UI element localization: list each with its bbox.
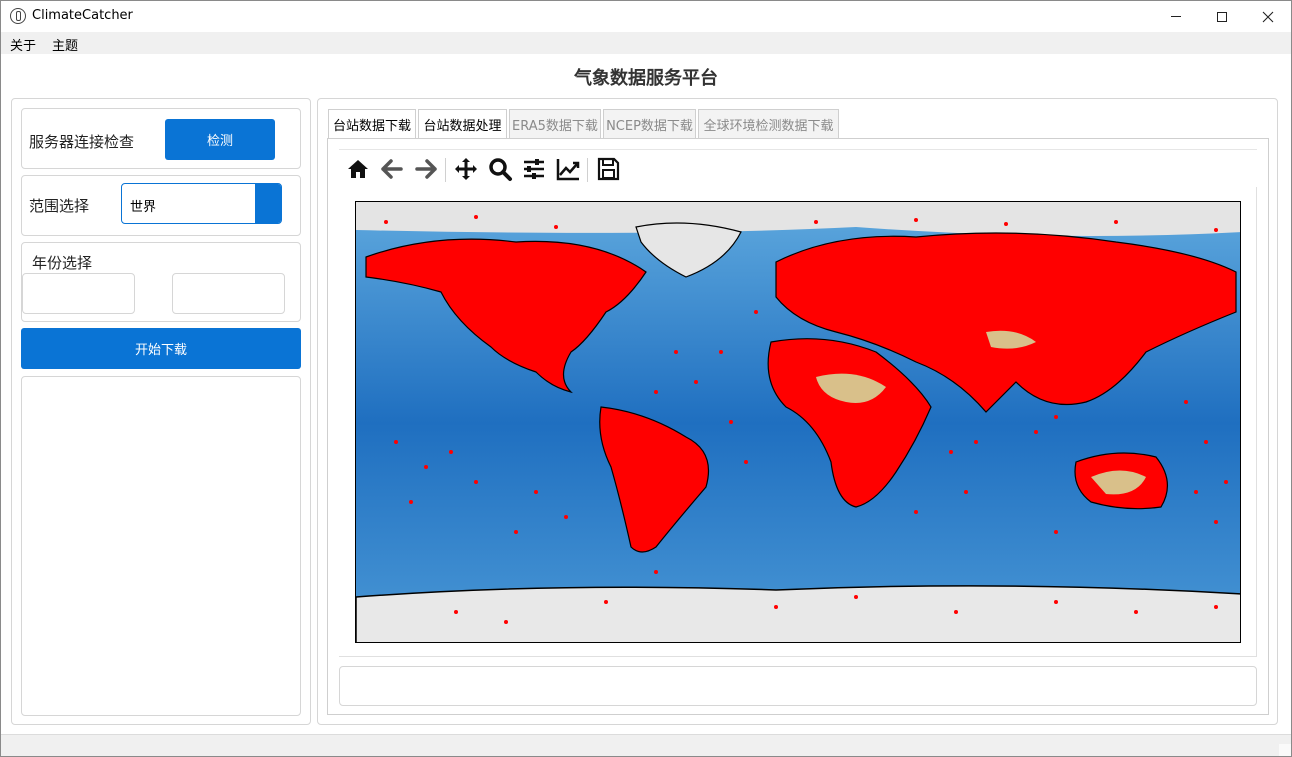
range-label: 范围选择 xyxy=(29,197,90,215)
control-panel: 服务器连接检查 检测 范围选择 世界 年份选择 开始下载 xyxy=(11,98,311,725)
app-window: ClimateCatcher 关于 主题 气象数据服务平台 服务器连接检查 检测… xyxy=(0,0,1292,757)
minimize-icon xyxy=(1171,16,1181,17)
range-select-value: 世界 xyxy=(130,200,157,215)
start-download-button[interactable]: 开始下载 xyxy=(21,328,301,369)
world-map-graphic xyxy=(356,202,1240,642)
tab-ncep-download[interactable]: NCEP数据下载 xyxy=(603,109,696,138)
tab-station-download[interactable]: 台站数据下载 xyxy=(328,109,416,138)
maximize-button[interactable] xyxy=(1199,1,1245,32)
menu-about[interactable]: 关于 xyxy=(10,35,36,54)
start-year-input[interactable] xyxy=(22,273,135,314)
tab-global-env-download[interactable]: 全球环境检测数据下载 xyxy=(698,109,839,138)
close-button[interactable] xyxy=(1245,1,1291,32)
year-card: 年份选择 xyxy=(21,242,301,322)
resize-grip-icon[interactable] xyxy=(1279,744,1291,756)
server-check-card: 服务器连接检查 检测 xyxy=(21,108,301,169)
configure-subplots-icon[interactable] xyxy=(521,156,547,182)
server-check-label: 服务器连接检查 xyxy=(29,133,135,151)
dropdown-arrow-icon[interactable] xyxy=(255,184,281,223)
end-year-input[interactable] xyxy=(172,273,285,314)
check-connection-button[interactable]: 检测 xyxy=(165,119,275,160)
tab-era5-download[interactable]: ERA5数据下载 xyxy=(509,109,601,138)
year-label: 年份选择 xyxy=(32,254,93,272)
back-icon[interactable] xyxy=(379,156,405,182)
close-icon xyxy=(1262,11,1274,22)
menu-bar: 关于 主题 xyxy=(1,32,1291,54)
title-bar[interactable]: ClimateCatcher xyxy=(1,1,1291,32)
main-content: 气象数据服务平台 服务器连接检查 检测 范围选择 世界 年份选择 开始下载 台站… xyxy=(1,54,1291,734)
status-output-box[interactable] xyxy=(339,666,1257,706)
tab-content xyxy=(327,138,1269,715)
plot-toolbar xyxy=(339,149,1257,187)
minimize-button[interactable] xyxy=(1153,1,1199,32)
toolbar-separator xyxy=(587,158,588,182)
zoom-icon[interactable] xyxy=(487,156,513,182)
save-icon[interactable] xyxy=(595,156,621,182)
tab-station-processing[interactable]: 台站数据处理 xyxy=(418,109,507,138)
forward-icon[interactable] xyxy=(413,156,439,182)
workspace-panel: 台站数据下载 台站数据处理 ERA5数据下载 NCEP数据下载 全球环境检测数据… xyxy=(317,98,1278,725)
range-card: 范围选择 世界 xyxy=(21,175,301,236)
toolbar-separator xyxy=(445,158,446,182)
window-title: ClimateCatcher xyxy=(32,8,133,23)
plot-canvas[interactable] xyxy=(339,187,1257,657)
app-logo-icon xyxy=(10,8,26,24)
world-station-map[interactable] xyxy=(355,201,1241,643)
pan-icon[interactable] xyxy=(453,156,479,182)
status-bar xyxy=(1,734,1291,756)
range-select[interactable]: 世界 xyxy=(121,183,282,224)
home-icon[interactable] xyxy=(345,156,371,182)
edit-axis-icon[interactable] xyxy=(555,156,581,182)
log-output-box[interactable] xyxy=(21,376,301,716)
page-title: 气象数据服务平台 xyxy=(574,68,718,89)
menu-theme[interactable]: 主题 xyxy=(52,35,78,54)
maximize-icon xyxy=(1217,11,1227,22)
